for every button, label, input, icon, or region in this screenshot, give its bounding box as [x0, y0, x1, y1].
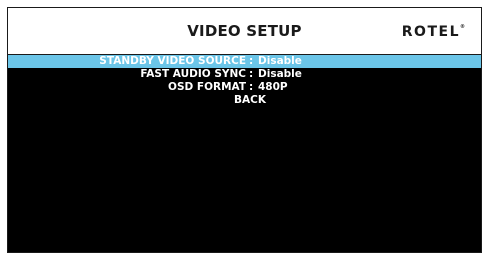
osd-header: VIDEO SETUP ROTEL®: [8, 8, 481, 55]
menu-item-value: Disable: [258, 68, 302, 80]
brand-name: ROTEL: [401, 24, 460, 40]
menu-item-back[interactable]: BACK: [8, 94, 481, 107]
menu-item-label: FAST AUDIO SYNC: [140, 68, 246, 80]
menu-item-fast-audio-sync[interactable]: FAST AUDIO SYNC : Disable: [8, 68, 481, 81]
menu-item-label: OSD FORMAT: [168, 81, 246, 93]
menu-item-standby-video-source[interactable]: STANDBY VIDEO SOURCE : Disable: [8, 55, 481, 68]
video-setup-menu: STANDBY VIDEO SOURCE : Disable FAST AUDI…: [8, 55, 481, 107]
trademark-symbol: ®: [460, 24, 465, 30]
menu-item-osd-format[interactable]: OSD FORMAT : 480P: [8, 81, 481, 94]
osd-screen: VIDEO SETUP ROTEL® STANDBY VIDEO SOURCE …: [7, 7, 482, 253]
rotel-logo: ROTEL®: [402, 24, 465, 40]
menu-item-separator: :: [249, 68, 254, 80]
menu-item-label: STANDBY VIDEO SOURCE: [99, 55, 246, 67]
menu-item-value: Disable: [258, 55, 302, 67]
menu-item-separator: :: [249, 81, 254, 93]
back-label: BACK: [234, 94, 266, 106]
menu-item-value: 480P: [258, 81, 288, 93]
menu-item-separator: :: [249, 55, 254, 67]
